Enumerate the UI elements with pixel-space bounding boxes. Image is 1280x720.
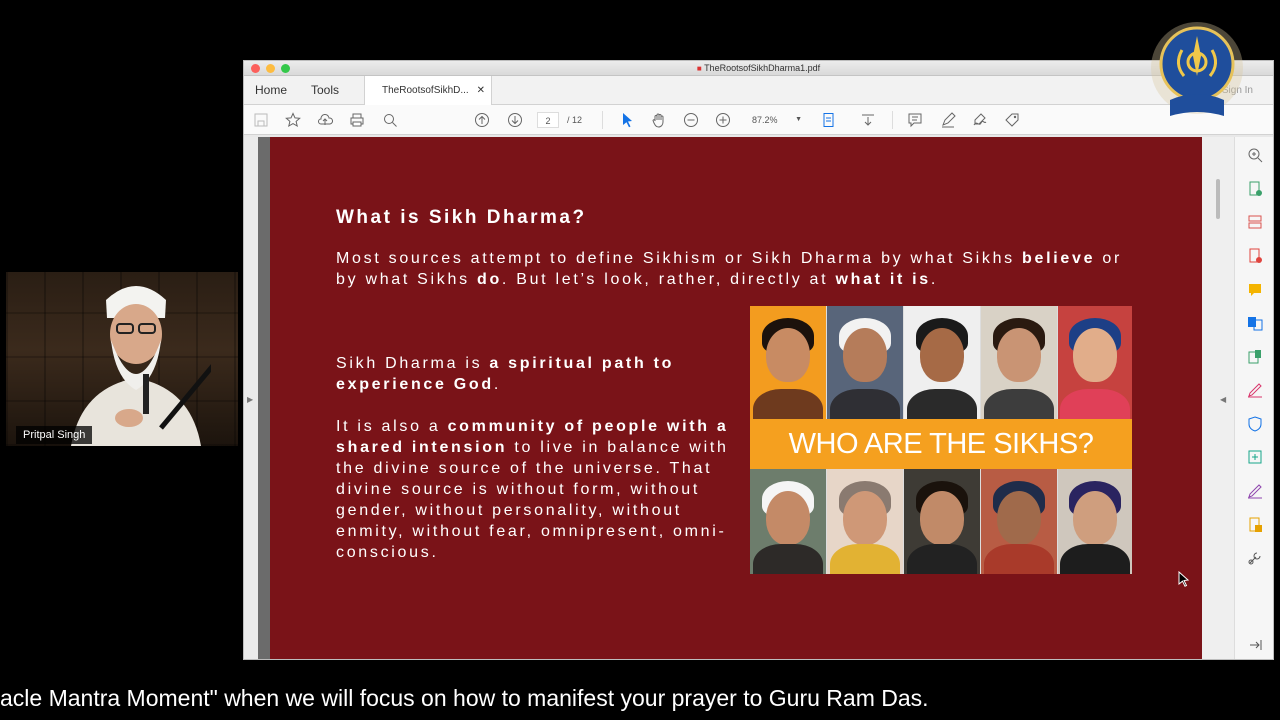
toolbar-divider [602, 111, 603, 129]
upload-cloud-icon[interactable] [317, 112, 333, 128]
closed-caption: acle Mantra Moment" when we will focus o… [0, 685, 929, 711]
collapse-pane-icon[interactable] [1247, 637, 1263, 653]
slide-paragraph-2: Sikh Dharma is a spiritual path to exper… [336, 353, 736, 395]
bookmark-star-icon[interactable] [285, 112, 301, 128]
create-pdf-icon[interactable] [1247, 181, 1263, 197]
edit-pdf-icon[interactable] [1247, 349, 1263, 365]
page-total: / 12 [567, 115, 583, 125]
zoom-value: 87.2% [752, 115, 778, 125]
page-number-input[interactable]: 2 [537, 112, 559, 128]
document-viewport[interactable]: ▶ What is Sikh Dharma? Most sources atte… [244, 137, 1234, 659]
toolbar-divider [892, 111, 893, 129]
sikh-faces-collage: WHO ARE THE SIKHS? [750, 306, 1132, 574]
portrait-photo [981, 469, 1057, 574]
previous-page-icon[interactable] [474, 112, 490, 128]
para1-bold-believe: believe [1022, 250, 1096, 267]
expand-left-panel-icon[interactable]: ▶ [247, 395, 253, 404]
participant-figure [71, 286, 211, 446]
minimize-window-button[interactable] [266, 64, 275, 73]
para2-text: Sikh Dharma is [336, 355, 490, 372]
protect-shield-icon[interactable] [1247, 416, 1263, 432]
portrait-photo [981, 306, 1057, 419]
comment-icon[interactable] [907, 112, 923, 128]
pdf-file-icon: ■ [696, 64, 702, 73]
slide-banner: WHO ARE THE SIKHS? [750, 419, 1132, 469]
toolbar: 2 / 12 87.2% ▼ [244, 105, 1273, 135]
print-icon[interactable] [349, 112, 365, 128]
portrait-photo [827, 306, 903, 419]
slide-paragraph-1: Most sources attempt to define Sikhism o… [336, 248, 1136, 290]
portrait-photo [827, 469, 903, 574]
optimize-pdf-icon[interactable] [1247, 449, 1263, 465]
portrait-photo [904, 469, 980, 574]
para1-bold-what-it-is: what it is [835, 271, 931, 288]
scroll-mode-icon[interactable] [860, 112, 876, 128]
search-icon[interactable] [382, 112, 398, 128]
more-tools-icon[interactable] [1247, 550, 1263, 566]
portrait-photo [1058, 306, 1132, 419]
close-tab-icon[interactable]: ✕ [477, 76, 485, 105]
organize-pages-icon[interactable] [1247, 214, 1263, 230]
send-for-signature-icon[interactable] [1247, 483, 1263, 499]
para3-text: to live in balance with the divine sourc… [336, 439, 729, 561]
send-track-icon[interactable] [1247, 517, 1263, 533]
page-fit-icon[interactable] [821, 112, 837, 128]
stamp-tag-icon[interactable] [1004, 112, 1020, 128]
window-controls [251, 64, 290, 73]
para1-text: Most sources attempt to define Sikhism o… [336, 250, 1023, 267]
participant-name: Pritpal Singh [16, 426, 93, 444]
para3-text: It is also a [336, 418, 448, 435]
chevron-down-icon: ▼ [795, 116, 802, 123]
mouse-cursor-icon [1178, 571, 1190, 587]
comment-pane-icon[interactable] [1247, 282, 1263, 298]
pdf-page: What is Sikh Dharma? Most sources attemp… [270, 137, 1202, 659]
tab-document[interactable]: TheRootsofSikhD... ✕ [364, 76, 492, 105]
zoom-in-icon[interactable] [715, 112, 731, 128]
document-tab-label: TheRootsofSikhD... [382, 85, 469, 96]
zoom-search-icon[interactable] [1247, 147, 1263, 163]
draw-sign-icon[interactable] [972, 112, 988, 128]
zoom-level-select[interactable]: 87.2% ▼ [746, 112, 804, 128]
portrait-photo [750, 306, 826, 419]
tools-pane [1234, 137, 1273, 659]
hand-tool-icon[interactable] [651, 112, 667, 128]
fill-sign-icon[interactable] [1247, 382, 1263, 398]
window-title: TheRootsofSikhDharma1.pdf [704, 63, 821, 73]
title-bar: ■ TheRootsofSikhDharma1.pdf [244, 61, 1273, 76]
scrollbar-thumb[interactable] [1216, 179, 1220, 219]
pdf-viewer-window: ■ TheRootsofSikhDharma1.pdf Home Tools T… [243, 60, 1274, 660]
participant-video: Pritpal Singh [6, 272, 238, 446]
close-window-button[interactable] [251, 64, 260, 73]
combine-files-icon[interactable] [1247, 315, 1263, 331]
portrait-photo [1058, 469, 1132, 574]
zoom-window-button[interactable] [281, 64, 290, 73]
tab-tools[interactable]: Tools [311, 83, 339, 97]
slide-title: What is Sikh Dharma? [336, 207, 587, 228]
para1-text: . But let’s look, rather, directly at [501, 271, 836, 288]
highlight-pen-icon[interactable] [940, 112, 956, 128]
tab-home[interactable]: Home [255, 83, 287, 97]
para1-text: . [930, 271, 939, 288]
slide-paragraph-3: It is also a community of people with a … [336, 416, 746, 563]
vertical-scrollbar[interactable]: ◀ [1202, 137, 1234, 659]
left-panel-collapsed[interactable]: ▶ [244, 137, 258, 659]
portrait-photo [904, 306, 980, 419]
next-page-icon[interactable] [507, 112, 523, 128]
select-cursor-icon[interactable] [619, 112, 635, 128]
para1-bold-do: do [476, 271, 502, 288]
export-pdf-icon[interactable] [1247, 248, 1263, 264]
save-icon[interactable] [253, 112, 269, 128]
zoom-out-icon[interactable] [683, 112, 699, 128]
collapse-right-panel-icon[interactable]: ◀ [1220, 395, 1226, 404]
tab-bar: Home Tools TheRootsofSikhD... ✕ Sign In [244, 76, 1273, 105]
portrait-photo [750, 469, 826, 574]
para2-text: . [493, 376, 502, 393]
sikh-dharma-logo [1151, 22, 1243, 116]
